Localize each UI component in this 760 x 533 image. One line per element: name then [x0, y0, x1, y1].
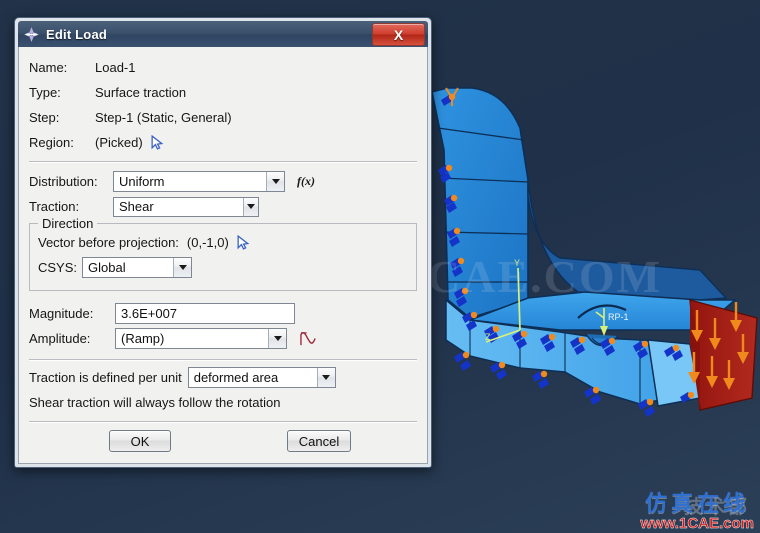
region-row: Region: (Picked): [29, 130, 417, 155]
close-icon: X: [393, 26, 404, 43]
direction-group: Direction Vector before projection: (0,-…: [29, 216, 417, 291]
unit-label: Traction is defined per unit: [29, 370, 182, 385]
fx-label: f(x): [297, 174, 315, 188]
region-label: Region:: [29, 135, 74, 150]
unit-value: deformed area: [193, 370, 279, 385]
amplitude-label: Amplitude:: [29, 331, 91, 346]
dialog-body: Name: Load-1 Type: Surface traction Step…: [18, 47, 428, 464]
cancel-button-label: Cancel: [298, 433, 340, 449]
vector-value: (0,-1,0): [186, 235, 229, 250]
ok-button-label: OK: [130, 433, 150, 449]
dialog-button-bar: OK Cancel: [29, 423, 417, 457]
magnitude-label: Magnitude:: [29, 306, 94, 321]
traction-select[interactable]: Shear: [113, 196, 259, 217]
csys-select[interactable]: Global: [82, 257, 192, 278]
name-label: Name:: [29, 60, 68, 75]
note-text: Shear traction will always follow the ro…: [29, 395, 281, 410]
chevron-down-icon[interactable]: [173, 258, 191, 277]
csys-label: CSYS:: [38, 260, 78, 275]
vector-picker-icon[interactable]: [237, 235, 250, 250]
step-value: Step-1 (Static, General): [95, 110, 232, 125]
csys-row: CSYS: Global: [38, 255, 408, 280]
distribution-select[interactable]: Uniform: [113, 171, 285, 192]
vector-label: Vector before projection:: [38, 235, 179, 250]
region-picker-icon[interactable]: [151, 135, 164, 150]
step-label: Step:: [29, 110, 60, 125]
region-value: (Picked): [95, 135, 143, 150]
distribution-row: Distribution: Uniform f(x): [29, 169, 417, 194]
traction-value: Shear: [119, 199, 154, 214]
unit-select[interactable]: deformed area: [187, 367, 336, 388]
magnitude-row: Magnitude: 3.6E+007: [29, 301, 417, 326]
chevron-down-icon[interactable]: [266, 172, 284, 191]
move-compass-icon: [24, 26, 39, 42]
type-value: Surface traction: [95, 85, 187, 100]
divider-top: [29, 161, 417, 163]
amplitude-select[interactable]: (Ramp): [115, 328, 287, 349]
svg-text:RP-1: RP-1: [608, 312, 629, 322]
svg-text:Z: Z: [485, 332, 491, 342]
cancel-button[interactable]: Cancel: [287, 430, 351, 452]
divider-mid: [29, 359, 417, 361]
distribution-value: Uniform: [119, 174, 165, 189]
note-row: Shear traction will always follow the ro…: [29, 390, 417, 415]
name-value: Load-1: [95, 60, 136, 75]
step-row: Step: Step-1 (Static, General): [29, 105, 417, 130]
chevron-down-icon[interactable]: [316, 368, 335, 387]
direction-group-title: Direction: [38, 216, 98, 231]
type-label: Type:: [29, 85, 61, 100]
amplitude-curve-icon[interactable]: [299, 330, 318, 347]
distribution-label: Distribution:: [29, 174, 98, 189]
amplitude-value: (Ramp): [121, 331, 165, 346]
traction-label: Traction:: [29, 199, 80, 214]
ok-button[interactable]: OK: [109, 430, 171, 452]
dialog-title: Edit Load: [46, 26, 108, 42]
amplitude-row: Amplitude: (Ramp): [29, 326, 417, 351]
dialog-titlebar[interactable]: Edit Load X: [18, 21, 428, 47]
svg-text:Y: Y: [514, 258, 520, 268]
unit-row: Traction is defined per unit deformed ar…: [29, 365, 417, 390]
csys-value: Global: [88, 260, 126, 275]
type-row: Type: Surface traction: [29, 80, 417, 105]
magnitude-value: 3.6E+007: [121, 306, 178, 321]
chevron-down-icon[interactable]: [268, 329, 286, 348]
vector-row: Vector before projection: (0,-1,0): [38, 230, 408, 255]
magnitude-input[interactable]: 3.6E+007: [115, 303, 295, 324]
edit-load-dialog[interactable]: Edit Load X Name: Load-1 Type: Surface t…: [14, 17, 432, 468]
chevron-down-icon[interactable]: [243, 197, 258, 216]
close-button[interactable]: X: [372, 23, 425, 46]
name-row: Name: Load-1: [29, 55, 417, 80]
